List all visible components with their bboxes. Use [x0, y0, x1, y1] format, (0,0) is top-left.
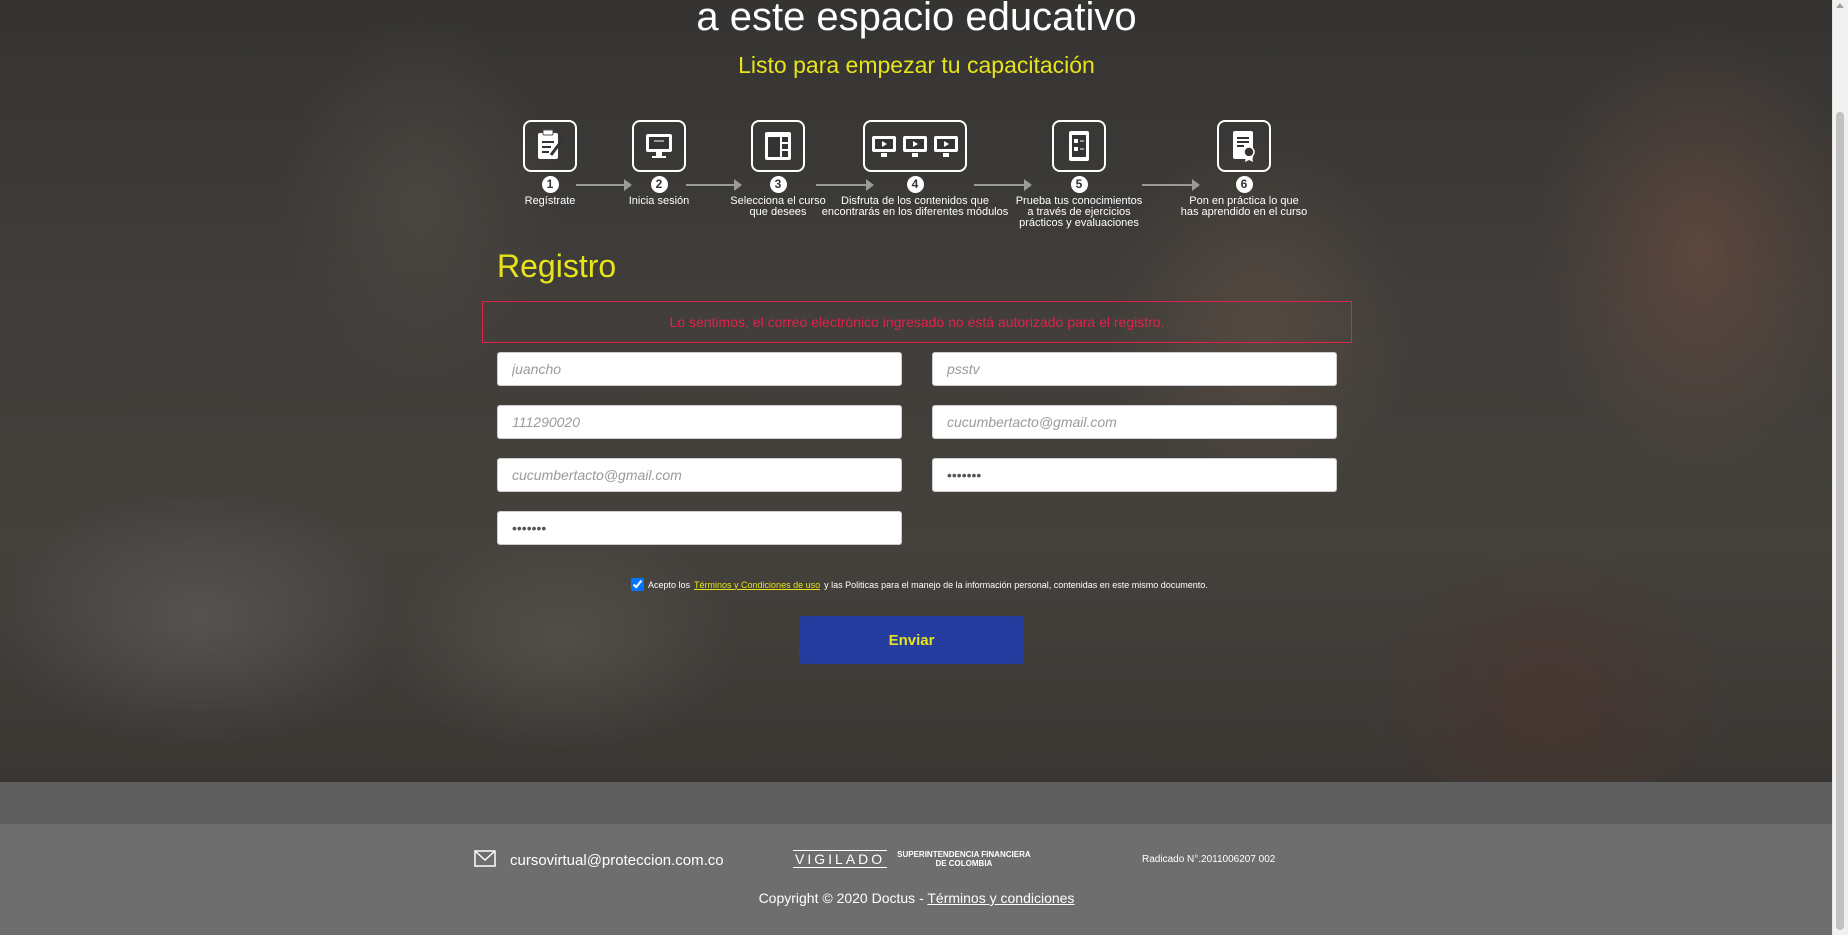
form-title: Registro [497, 248, 617, 284]
confirm-email-input[interactable] [497, 458, 902, 492]
step-number: 1 [541, 176, 559, 193]
step-number: 5 [1070, 176, 1088, 193]
step-4: 4 Disfruta de los contenidos que encontr… [820, 120, 1010, 218]
hero-title: a este espacio educativo [696, 0, 1137, 39]
step-number: 6 [1235, 176, 1253, 193]
clipboard-pen-icon [523, 120, 577, 172]
checklist-icon [1052, 120, 1106, 172]
terms-checkbox[interactable] [631, 578, 644, 591]
copyright-text: Copyright © 2020 Doctus - [758, 890, 924, 906]
layout-icon [751, 120, 805, 172]
three-monitors-icon [863, 120, 967, 172]
copyright-line: Copyright © 2020 Doctus - Términos y con… [0, 890, 1833, 906]
footer-divider-band [0, 782, 1833, 824]
step-number: 4 [906, 176, 924, 193]
step-label: Inicia sesión [628, 195, 690, 207]
hero-background: a este espacio educativo Listo para empe… [0, 0, 1833, 782]
terms-row: Acepto los Términos y Condiciones de uso… [631, 578, 1208, 591]
step-1: 1 Regístrate [490, 120, 610, 207]
terms-prefix: Acepto los [648, 579, 691, 590]
scroll-up-icon[interactable] [1836, 3, 1844, 8]
step-number: 2 [650, 176, 668, 193]
step-5: 5 Prueba tus conocimientos a través de e… [1004, 120, 1154, 229]
monitor-icon [632, 120, 686, 172]
footer-terms-link[interactable]: Términos y condiciones [927, 890, 1074, 906]
first-name-input[interactable] [497, 352, 902, 386]
password-input[interactable] [932, 458, 1337, 492]
step-6: 6 Pon en práctica lo que has aprendido e… [1174, 120, 1314, 218]
terms-suffix: y las Politicas para el manejo de la inf… [824, 579, 1208, 590]
footer-email[interactable]: cursovirtual@proteccion.com.co [510, 852, 724, 869]
terms-link[interactable]: Términos y Condiciones de uso [694, 580, 820, 590]
step-label: Disfruta de los contenidos que encontrar… [821, 195, 1009, 218]
step-number: 3 [769, 176, 787, 193]
error-alert: Lo sentimos, el correo electrónico ingre… [482, 301, 1352, 343]
envelope-icon [474, 850, 496, 871]
last-name-input[interactable] [932, 352, 1337, 386]
superintendencia-text: SUPERINTENDENCIA FINANCIERA DE COLOMBIA [897, 850, 1031, 868]
steps-strip: 1 Regístrate 2 Inicia sesión 3 Seleccion… [490, 120, 1330, 240]
scrollbar-thumb[interactable] [1836, 112, 1844, 930]
document-input[interactable] [497, 405, 902, 439]
vertical-scrollbar[interactable] [1832, 0, 1848, 935]
confirm-password-input[interactable] [497, 511, 902, 545]
step-label: Prueba tus conocimientos a través de eje… [1015, 195, 1143, 229]
footer-contact: cursovirtual@proteccion.com.co [474, 850, 724, 871]
step-2: 2 Inicia sesión [599, 120, 719, 207]
email-input[interactable] [932, 405, 1337, 439]
step-label: Pon en práctica lo que has aprendido en … [1180, 195, 1308, 218]
certificate-icon [1217, 120, 1271, 172]
vigilado-logo: VIGILADO SUPERINTENDENCIA FINANCIERA DE … [793, 850, 1031, 868]
vigilado-text: VIGILADO [793, 850, 888, 868]
hero-subtitle: Listo para empezar tu capacitación [738, 52, 1095, 78]
submit-button[interactable]: Enviar [799, 616, 1024, 664]
radicado-text: Radicado N°.2011006207 002 [1142, 854, 1276, 865]
step-label: Regístrate [524, 195, 576, 207]
footer: cursovirtual@proteccion.com.co VIGILADO … [0, 824, 1833, 935]
